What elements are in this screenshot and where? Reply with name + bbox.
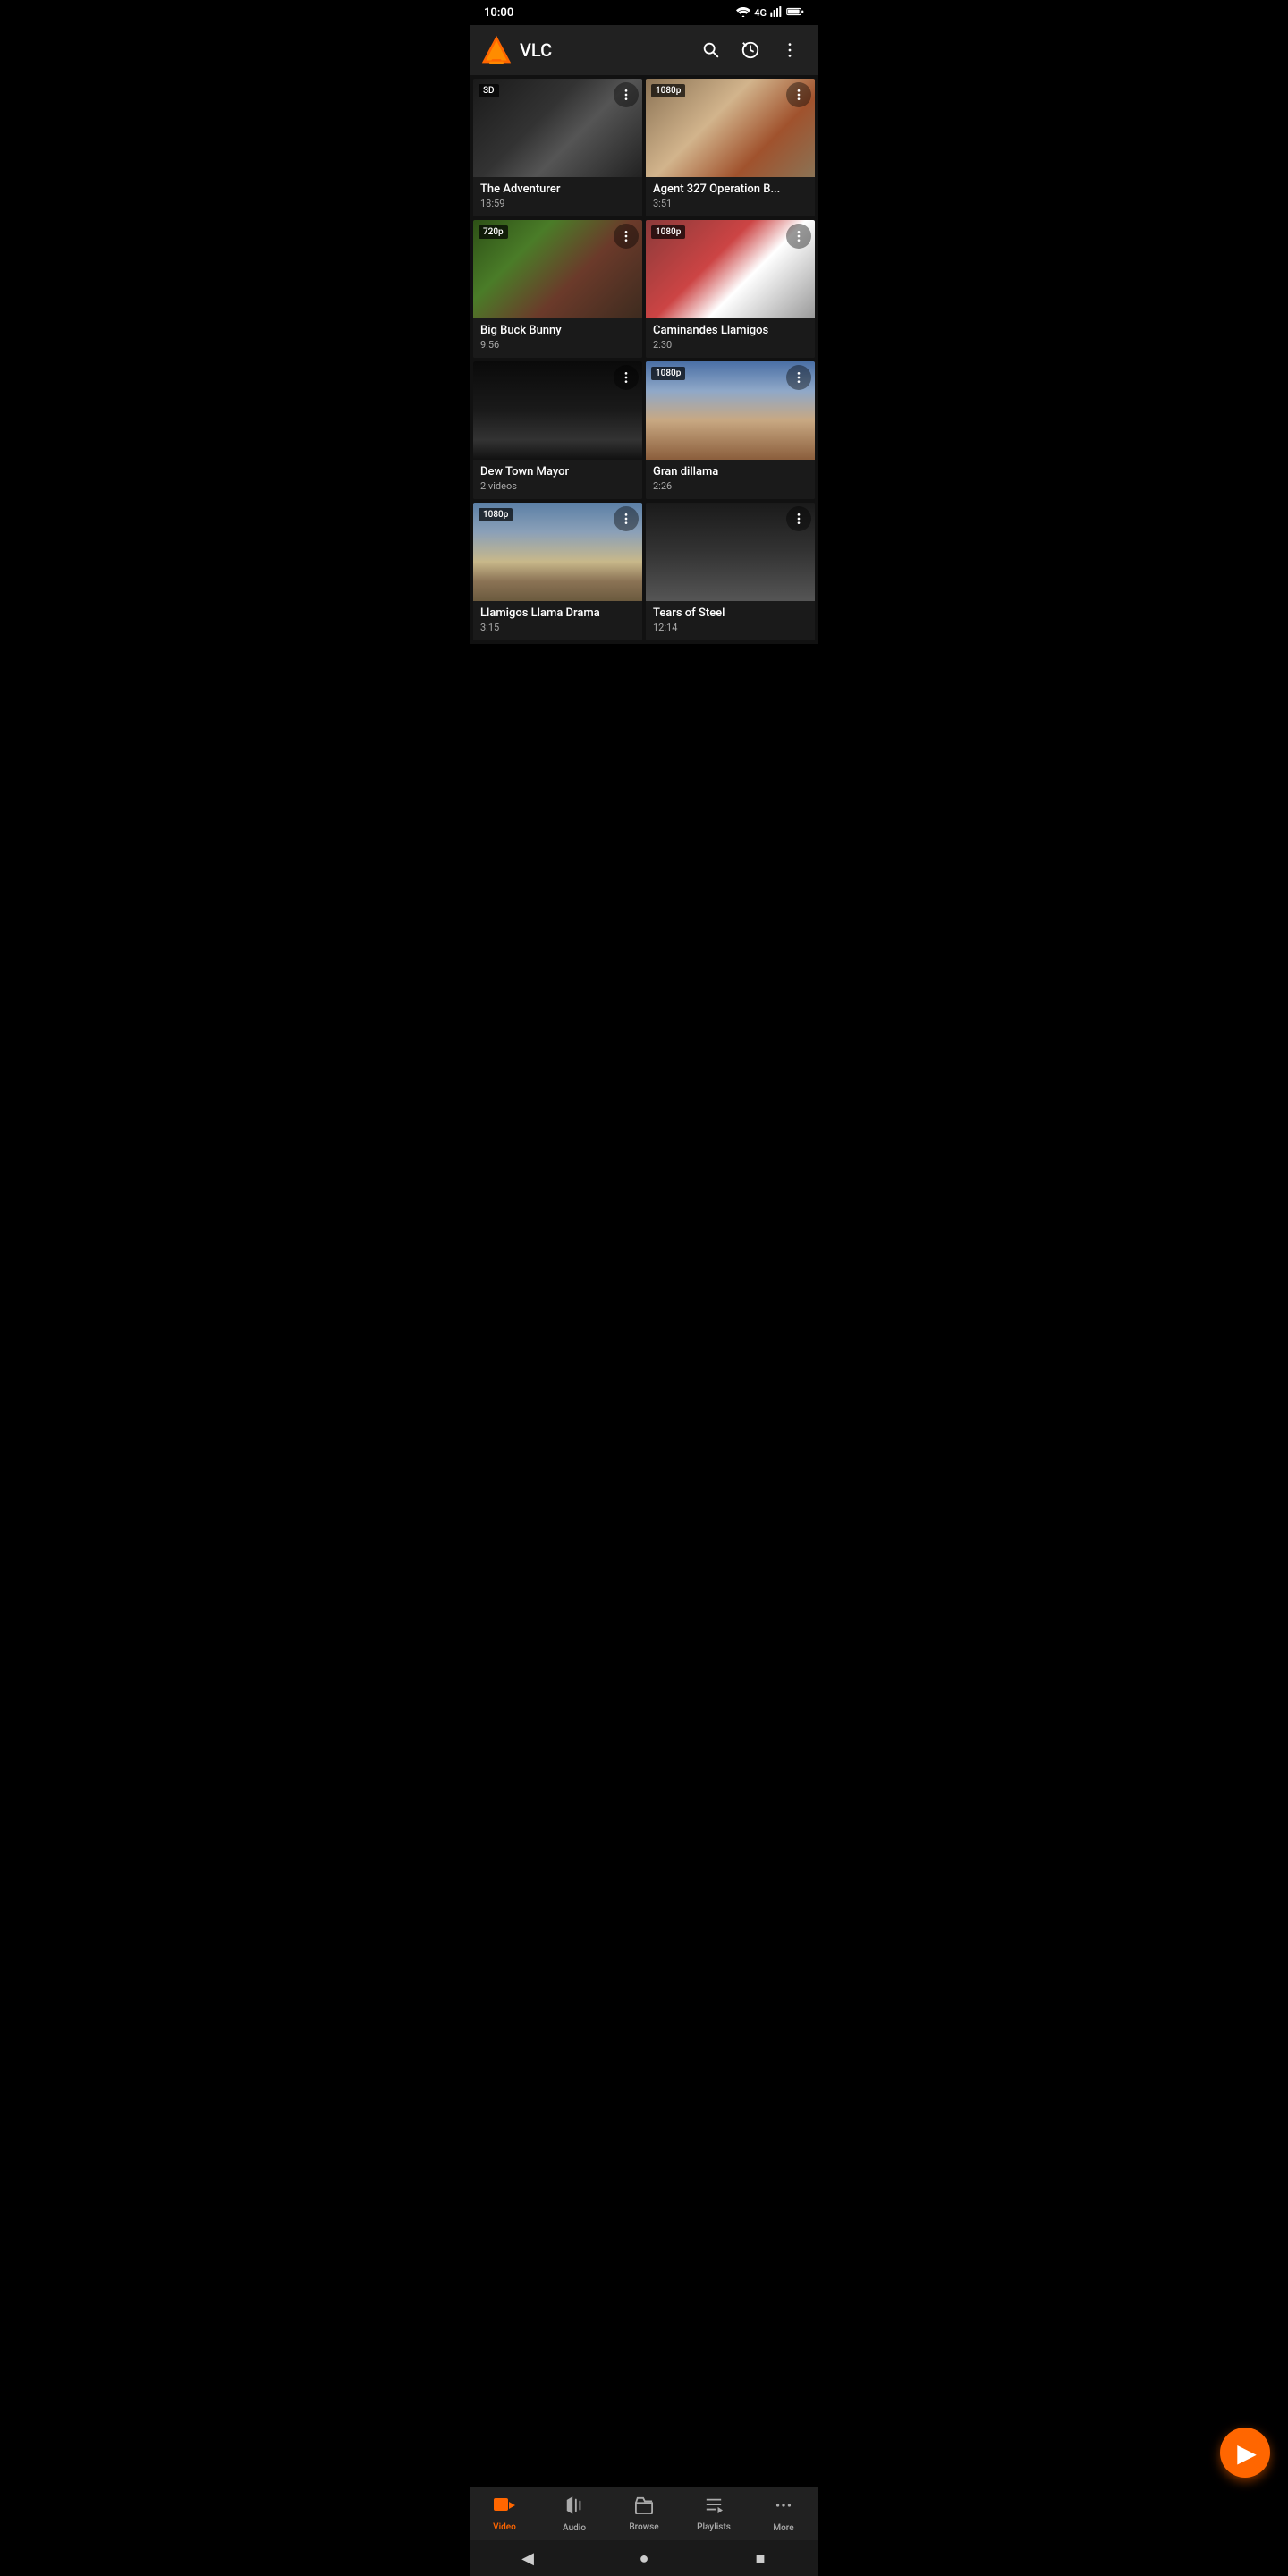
video-card-last[interactable]: Tears of Steel 12:14 [646,503,815,640]
video-info: Agent 327 Operation B... 3:51 [646,177,815,216]
quality-badge: 720p [479,225,508,239]
quality-badge: 1080p [651,367,685,380]
bottom-navigation: Video Audio Browse Playlists [470,2487,818,2540]
video-thumbnail [473,361,642,460]
video-title: Dew Town Mayor [480,465,635,479]
more-nav-icon [774,2496,793,2521]
app-title: VLC [520,39,693,61]
nav-browse[interactable]: Browse [609,2487,679,2540]
video-info: The Adventurer 18:59 [473,177,642,216]
video-meta: 2 videos [480,480,635,492]
home-button[interactable]: ● [628,2542,660,2574]
history-button[interactable] [733,32,768,68]
toolbar-actions [693,32,808,68]
video-meta: 2:30 [653,339,808,351]
quality-badge: SD [479,84,499,97]
audio-nav-label: Audio [563,2523,586,2533]
video-info: Gran dillama 2:26 [646,460,815,499]
signal-icon [770,6,783,20]
video-title: Big Buck Bunny [480,324,635,337]
video-nav-icon [494,2496,515,2520]
more-nav-label: More [773,2523,793,2533]
video-grid: SD The Adventurer 18:59 1080p [470,75,818,644]
video-thumbnail: 1080p [646,361,815,460]
video-info: Dew Town Mayor 2 videos [473,460,642,499]
wifi-icon [736,6,750,20]
android-system-nav: ◀ ● ■ [470,2540,818,2576]
video-thumbnail [646,503,815,601]
overflow-menu-button[interactable] [772,32,808,68]
play-fab-icon: ▶ [1237,2438,1257,2468]
recent-apps-button[interactable]: ■ [744,2542,776,2574]
video-more-button[interactable] [614,82,639,107]
video-title: Gran dillama [653,465,808,479]
video-info: Llamigos Llama Drama 3:15 [473,601,642,640]
video-more-button[interactable] [786,224,811,249]
video-card-dewtown[interactable]: Dew Town Mayor 2 videos [473,361,642,499]
audio-nav-icon [564,2496,584,2521]
video-card-adventurer[interactable]: SD The Adventurer 18:59 [473,79,642,216]
network-type: 4G [754,7,767,19]
video-nav-label: Video [493,2522,516,2532]
status-time: 10:00 [484,6,513,20]
video-more-button[interactable] [614,224,639,249]
video-thumbnail: SD [473,79,642,177]
toolbar: VLC [470,25,818,75]
video-meta: 12:14 [653,622,808,633]
browse-nav-label: Browse [629,2522,658,2532]
quality-badge: 1080p [651,225,685,239]
video-more-button[interactable] [614,506,639,531]
video-card-llama[interactable]: 1080p Llamigos Llama Drama 3:15 [473,503,642,640]
nav-more[interactable]: More [749,2487,818,2540]
playlists-nav-icon [704,2496,724,2520]
video-title: The Adventurer [480,182,635,196]
video-meta: 2:26 [653,480,808,492]
video-title: Llamigos Llama Drama [480,606,635,620]
video-info: Caminandes Llamigos 2:30 [646,318,815,358]
playlists-nav-label: Playlists [697,2522,731,2532]
video-meta: 9:56 [480,339,635,351]
video-title: Tears of Steel [653,606,808,620]
play-fab[interactable]: ▶ [1220,2428,1270,2478]
video-grid-container: SD The Adventurer 18:59 1080p [470,75,818,716]
video-card-bbb[interactable]: 720p Big Buck Bunny 9:56 [473,220,642,358]
video-title: Caminandes Llamigos [653,324,808,337]
quality-badge: 1080p [479,508,513,521]
video-more-button[interactable] [786,82,811,107]
video-card-caminandes[interactable]: 1080p Caminandes Llamigos 2:30 [646,220,815,358]
video-info: Big Buck Bunny 9:56 [473,318,642,358]
search-button[interactable] [693,32,729,68]
video-thumbnail: 1080p [646,79,815,177]
back-button[interactable]: ◀ [512,2542,544,2574]
nav-audio[interactable]: Audio [539,2487,609,2540]
nav-playlists[interactable]: Playlists [679,2487,749,2540]
status-icons: 4G [736,6,804,20]
video-card-gran[interactable]: 1080p Gran dillama 2:26 [646,361,815,499]
video-thumbnail: 1080p [646,220,815,318]
vlc-logo [480,34,513,66]
battery-icon [786,6,804,20]
video-title: Agent 327 Operation B... [653,182,808,196]
video-meta: 18:59 [480,198,635,209]
video-more-button[interactable] [786,506,811,531]
nav-video[interactable]: Video [470,2487,539,2540]
video-card-agent327[interactable]: 1080p Agent 327 Operation B... 3:51 [646,79,815,216]
video-thumbnail: 1080p [473,503,642,601]
video-thumbnail: 720p [473,220,642,318]
video-meta: 3:15 [480,622,635,633]
video-meta: 3:51 [653,198,808,209]
video-more-button[interactable] [786,365,811,390]
video-more-button[interactable] [614,365,639,390]
browse-nav-icon [634,2496,654,2520]
video-info: Tears of Steel 12:14 [646,601,815,640]
status-bar: 10:00 4G [470,0,818,25]
quality-badge: 1080p [651,84,685,97]
